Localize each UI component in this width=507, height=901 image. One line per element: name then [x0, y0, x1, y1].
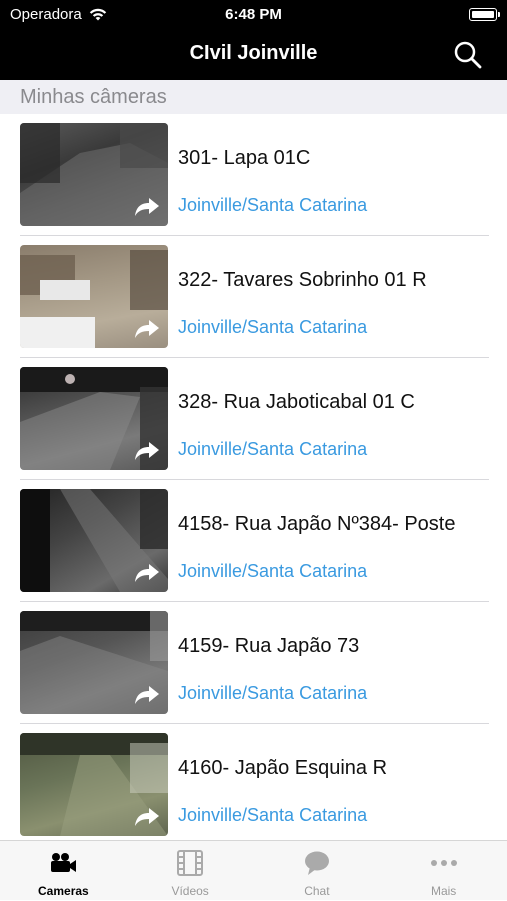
share-icon[interactable] — [134, 318, 160, 340]
camera-thumbnail[interactable] — [20, 489, 168, 592]
navigation-bar: CIvil Joinville — [0, 30, 507, 80]
share-icon[interactable] — [134, 562, 160, 584]
tab-label: Mais — [430, 884, 457, 898]
film-icon — [177, 850, 204, 876]
page-title: CIvil Joinville — [189, 42, 318, 64]
camera-location[interactable]: Joinville/Santa Catarina — [178, 683, 367, 704]
tab-label: Vídeos — [171, 884, 209, 898]
tab-chat[interactable]: Chat — [254, 841, 381, 901]
camera-thumbnail[interactable] — [20, 367, 168, 470]
share-icon[interactable] — [134, 806, 160, 828]
camera-name: 322- Tavares Sobrinho 01 R — [178, 269, 427, 291]
camera-row[interactable]: 4159- Rua Japão 73 Joinville/Santa Catar… — [0, 602, 507, 724]
camera-row[interactable]: 322- Tavares Sobrinho 01 R Joinville/San… — [0, 236, 507, 358]
chat-bubble-icon — [304, 851, 329, 875]
tab-bar: Cameras Vídeos Chat Mais — [0, 840, 507, 900]
camera-thumbnail[interactable] — [20, 733, 168, 836]
camera-row[interactable]: 4160- Japão Esquina R Joinville/Santa Ca… — [0, 724, 507, 840]
camera-name: 301- Lapa 01C — [178, 147, 311, 169]
more-dots-icon — [430, 860, 457, 866]
camera-location[interactable]: Joinville/Santa Catarina — [178, 195, 367, 216]
camera-location[interactable]: Joinville/Santa Catarina — [178, 317, 367, 338]
camera-location[interactable]: Joinville/Santa Catarina — [178, 439, 367, 460]
camera-location[interactable]: Joinville/Santa Catarina — [178, 805, 367, 826]
camera-thumbnail[interactable] — [20, 245, 168, 348]
share-icon[interactable] — [134, 684, 160, 706]
camera-thumbnail[interactable] — [20, 611, 168, 714]
share-icon[interactable] — [134, 440, 160, 462]
status-bar: Operadora 6:48 PM — [0, 0, 507, 30]
camera-row[interactable]: 328- Rua Jaboticabal 01 C Joinville/Sant… — [0, 358, 507, 480]
share-icon[interactable] — [134, 196, 160, 218]
tab-more[interactable]: Mais — [380, 841, 507, 901]
camera-row[interactable]: 301- Lapa 01C Joinville/Santa Catarina — [0, 114, 507, 236]
camera-name: 4160- Japão Esquina R — [178, 757, 388, 779]
camera-location[interactable]: Joinville/Santa Catarina — [178, 561, 367, 582]
tab-videos[interactable]: Vídeos — [127, 841, 254, 901]
section-title: Minhas câmeras — [20, 86, 167, 108]
camera-name: 4159- Rua Japão 73 — [178, 635, 360, 657]
camera-thumbnail[interactable] — [20, 123, 168, 226]
camera-row[interactable]: 4158- Rua Japão Nº384- Poste Joinville/S… — [0, 480, 507, 602]
tab-label: Chat — [304, 884, 330, 898]
section-header: Minhas câmeras — [0, 80, 507, 114]
camera-list: 301- Lapa 01C Joinville/Santa Catarina 3… — [0, 114, 507, 840]
tab-cameras[interactable]: Cameras — [0, 841, 127, 901]
camera-name: 4158- Rua Japão Nº384- Poste — [178, 513, 456, 535]
tab-label: Cameras — [38, 884, 89, 898]
search-icon[interactable] — [453, 40, 483, 70]
battery-icon — [469, 8, 500, 21]
clock: 6:48 PM — [225, 6, 282, 23]
camera-name: 328- Rua Jaboticabal 01 C — [178, 391, 415, 413]
video-camera-icon — [51, 853, 77, 872]
